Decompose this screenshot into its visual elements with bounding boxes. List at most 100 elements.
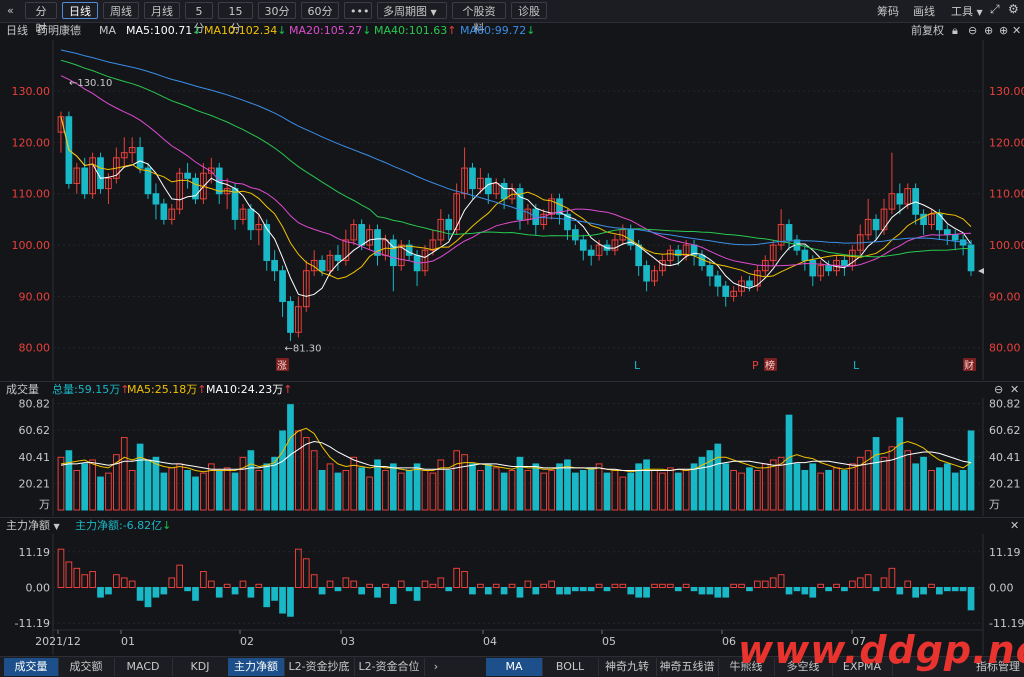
flow-bar	[295, 548, 302, 589]
minus-circle-icon[interactable]: ⊖	[994, 382, 1003, 398]
double-chevron-left-icon[interactable]: «	[2, 2, 19, 19]
tab-volume[interactable]: 成交量	[4, 658, 59, 676]
flow-bar	[413, 587, 421, 601]
settings-icon[interactable]: ⚙	[1008, 2, 1019, 16]
flow-bar	[706, 587, 714, 595]
volume-bar	[967, 430, 975, 511]
tools-button[interactable]: 工具 ▼	[951, 3, 983, 19]
volume-bar	[255, 469, 263, 511]
indicator-name[interactable]: MA	[99, 22, 116, 39]
tab-intraday[interactable]: 分时	[25, 2, 57, 35]
tab-60min[interactable]: 60分	[301, 2, 339, 19]
close-icon[interactable]: ✕	[1010, 382, 1019, 398]
candle	[287, 301, 294, 333]
volume-bar	[524, 469, 532, 511]
stock-info-button[interactable]: 个股资料	[452, 2, 506, 35]
volume-tick-right: 80.82	[989, 398, 1021, 411]
minus-circle-icon[interactable]: ⊖	[968, 22, 977, 39]
chevron-right-icon[interactable]: ›	[428, 658, 444, 676]
chips-button[interactable]: 筹码	[877, 3, 899, 19]
tab-magic-five[interactable]: 神奇五线谱	[656, 658, 719, 676]
flow-bar	[239, 580, 247, 588]
tab-l2-position[interactable]: L2-资金合位	[354, 658, 425, 676]
flow-bar	[136, 587, 144, 601]
flow-bar	[674, 587, 682, 592]
period-label: 日线	[6, 24, 28, 37]
volume-tick-left: 20.21	[19, 477, 51, 490]
plus-circle-icon[interactable]: ⊕	[984, 22, 993, 39]
candle	[746, 280, 753, 287]
draw-line-button[interactable]: 画线	[913, 3, 935, 19]
tab-l2-bottom[interactable]: L2-资金抄底	[284, 658, 355, 676]
flow-bar	[722, 587, 730, 598]
ma60-line	[60, 49, 972, 246]
expand-icon[interactable]: ⤢	[990, 2, 1000, 17]
tab-kdj[interactable]: KDJ	[172, 658, 229, 676]
flow-bar	[548, 580, 555, 588]
volume-bar	[484, 463, 492, 511]
candle	[160, 203, 168, 220]
volume-bar	[421, 469, 429, 511]
more-periods-button[interactable]: •••	[344, 2, 372, 19]
volume-bar	[801, 469, 809, 511]
tab-boll[interactable]: BOLL	[542, 658, 599, 676]
flow-bar	[223, 583, 231, 589]
volume-tick-left: 60.62	[19, 424, 51, 437]
lock-icon[interactable]: 🔒︎	[952, 22, 958, 39]
x-tick-label: 01	[121, 635, 135, 648]
volume-bar	[120, 437, 128, 511]
close-icon[interactable]: ✕	[1012, 22, 1021, 39]
tab-15min[interactable]: 15分	[218, 2, 253, 35]
flow-bar	[579, 587, 587, 592]
forward-adjust-button[interactable]: 前复权	[911, 22, 944, 39]
volume-bar	[263, 463, 271, 511]
volume-title[interactable]: 成交量	[6, 382, 39, 398]
close-icon[interactable]: ✕	[1010, 518, 1019, 534]
multi-period-dropdown[interactable]: 多周期图 ▼	[377, 2, 447, 19]
flow-bar	[785, 587, 793, 595]
flow-bar	[635, 587, 643, 598]
volume-bar	[841, 469, 848, 511]
volume-bar	[516, 456, 524, 511]
flow-bar	[89, 571, 96, 588]
tab-macd[interactable]: MACD	[114, 658, 173, 676]
candle	[97, 157, 104, 190]
tab-magic-nine[interactable]: 神奇九转	[598, 658, 657, 676]
volume-ma5-text: MA5:25.18万	[127, 383, 198, 396]
zoom-in-icon[interactable]: ⊕	[999, 22, 1008, 39]
tab-monthly[interactable]: 月线	[144, 2, 180, 19]
volume-bar	[674, 472, 682, 511]
flow-bar	[484, 587, 492, 595]
ma40-line	[60, 59, 971, 258]
tab-turnover[interactable]: 成交额	[58, 658, 115, 676]
volume-bar	[706, 450, 714, 511]
tab-main-flow[interactable]: 主力净额	[228, 658, 285, 676]
volume-bar	[184, 469, 191, 511]
tab-daily[interactable]: 日线	[62, 2, 98, 19]
diagnose-button[interactable]: 诊股	[511, 2, 547, 19]
candle	[81, 167, 89, 195]
caret-down-icon: ▼	[53, 522, 60, 531]
volume-ma10-text: MA10:24.23万	[206, 383, 284, 396]
volume-bar	[65, 450, 73, 511]
caret-down-icon: ▼	[976, 8, 983, 17]
tab-ma[interactable]: MA	[486, 658, 543, 676]
price-chart[interactable]: 130.00 130.00 120.00 120.00 110.00 110.00 100.…	[0, 40, 1024, 380]
volume-bar	[659, 472, 666, 511]
ma20-text: MA20:105.27	[289, 24, 363, 37]
flow-title[interactable]: 主力净额 ▼	[6, 518, 60, 535]
volume-bar	[105, 472, 112, 511]
volume-tick-left: 80.82	[19, 398, 51, 411]
volume-chart[interactable]: 80.82 80.82 60.62 60.62 40.41 40.41 20.21 20.21…	[0, 398, 1024, 516]
volume-bar	[382, 469, 389, 511]
flow-bar	[342, 577, 350, 588]
volume-bar	[572, 472, 579, 511]
flow-bar	[540, 583, 548, 589]
flow-bar	[754, 580, 761, 588]
flow-bar	[350, 580, 358, 588]
volume-bar	[738, 472, 745, 511]
tab-weekly[interactable]: 周线	[103, 2, 139, 19]
tab-5min[interactable]: 5分	[185, 2, 213, 35]
volume-bar	[951, 472, 959, 511]
tab-30min[interactable]: 30分	[258, 2, 296, 19]
